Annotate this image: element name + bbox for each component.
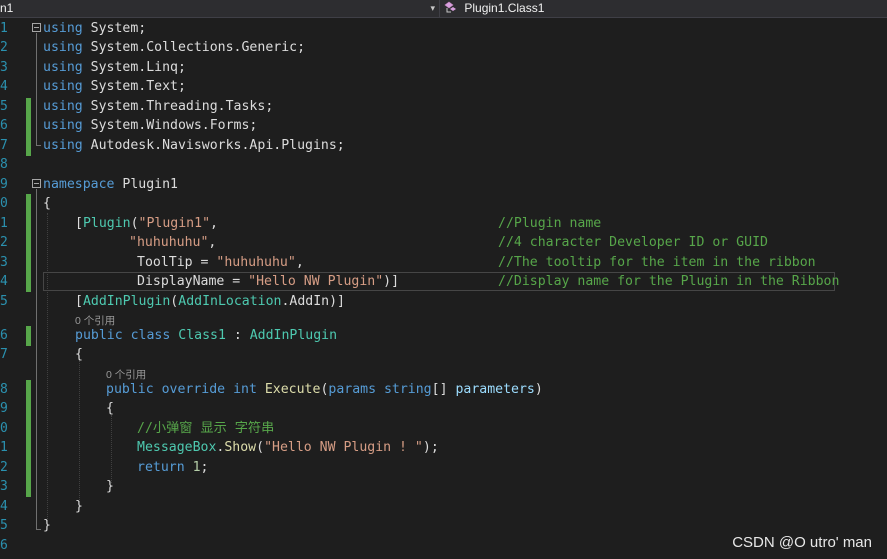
code-line: }	[43, 518, 51, 533]
code-line: {	[43, 196, 51, 211]
type-dropdown-label: n1	[0, 1, 14, 15]
code-line: MessageBox.Show("Hello NW Plugin ! ");	[137, 440, 439, 455]
line-number: 5	[0, 99, 8, 114]
class-icon	[444, 1, 456, 13]
code-line: using System;	[43, 21, 147, 36]
line-number: 6	[0, 118, 8, 133]
code-line: [Plugin("Plugin1",	[75, 216, 218, 231]
line-number: 7	[0, 347, 8, 362]
line-number: 3	[0, 479, 8, 494]
code-line: "huhuhuhu",	[129, 235, 217, 250]
line-number: 2	[0, 235, 8, 250]
line-number: 2	[0, 40, 8, 55]
line-number: 3	[0, 255, 8, 270]
indent-guide	[111, 415, 112, 483]
change-marker	[26, 194, 31, 292]
line-number: 6	[0, 538, 8, 553]
code-line: using System.Windows.Forms;	[43, 118, 258, 133]
line-number: 9	[0, 401, 8, 416]
line-number: 9	[0, 177, 8, 192]
line-number: 0	[0, 196, 8, 211]
line-number: 3	[0, 60, 8, 75]
line-number: 4	[0, 274, 8, 289]
code-line: using System.Collections.Generic;	[43, 40, 306, 55]
change-marker	[26, 326, 31, 346]
code-comment: //The tooltip for the item in the ribbon	[498, 255, 816, 270]
line-number: 0	[0, 421, 8, 436]
code-line: using Autodesk.Navisworks.Api.Plugins;	[43, 138, 345, 153]
code-line: [AddInPlugin(AddInLocation.AddIn)]	[75, 294, 345, 309]
type-dropdown[interactable]: n1 ▾	[0, 0, 440, 17]
line-number-gutter: 1 2 3 4 5 6 7 8 9 0 1 2 3 4 5 6 7 8 9 0 …	[0, 18, 26, 559]
code-line: namespace Plugin1	[43, 177, 178, 192]
code-line: {	[75, 347, 83, 362]
change-marker	[26, 98, 31, 156]
line-number: 5	[0, 518, 8, 533]
line-number: 8	[0, 382, 8, 397]
line-number: 4	[0, 79, 8, 94]
code-line: ToolTip = "huhuhuhu",	[137, 255, 304, 270]
member-dropdown-label: Plugin1.Class1	[464, 1, 545, 15]
line-number: 1	[0, 440, 8, 455]
code-line: using System.Threading.Tasks;	[43, 99, 274, 114]
code-line: using System.Linq;	[43, 60, 186, 75]
line-number: 6	[0, 328, 8, 343]
code-line: }	[106, 479, 114, 494]
line-number: 2	[0, 460, 8, 475]
code-line: public override int Execute(params strin…	[106, 382, 543, 397]
watermark: CSDN @O utro' man	[732, 534, 872, 551]
line-number: 5	[0, 294, 8, 309]
change-marker	[26, 380, 31, 497]
code-line: return 1;	[137, 460, 209, 475]
collapse-namespace-icon[interactable]	[32, 179, 41, 188]
indent-guide	[47, 213, 48, 521]
member-dropdown[interactable]: Plugin1.Class1	[444, 0, 544, 17]
line-number: 7	[0, 138, 8, 153]
code-comment: //Display name for the Plugin in the Rib…	[498, 274, 840, 289]
collapse-using-icon[interactable]	[32, 23, 41, 32]
code-comment: //Plugin name	[498, 216, 602, 231]
code-line: }	[75, 499, 83, 514]
indent-guide	[79, 360, 80, 502]
code-line: {	[106, 401, 114, 416]
code-line: //小弹窗 显示 字符串	[137, 421, 275, 436]
line-number: 8	[0, 157, 8, 172]
code-line: using System.Text;	[43, 79, 186, 94]
code-comment: //4 character Developer ID or GUID	[498, 235, 768, 250]
line-number: 1	[0, 216, 8, 231]
line-number: 1	[0, 21, 8, 36]
line-number: 4	[0, 499, 8, 514]
code-line: DisplayName = "Hello NW Plugin")]	[137, 274, 400, 289]
code-line: public class Class1 : AddInPlugin	[75, 328, 338, 343]
editor-navigation-bar: n1 ▾ Plugin1.Class1	[0, 0, 887, 18]
chevron-down-icon: ▾	[430, 3, 435, 13]
